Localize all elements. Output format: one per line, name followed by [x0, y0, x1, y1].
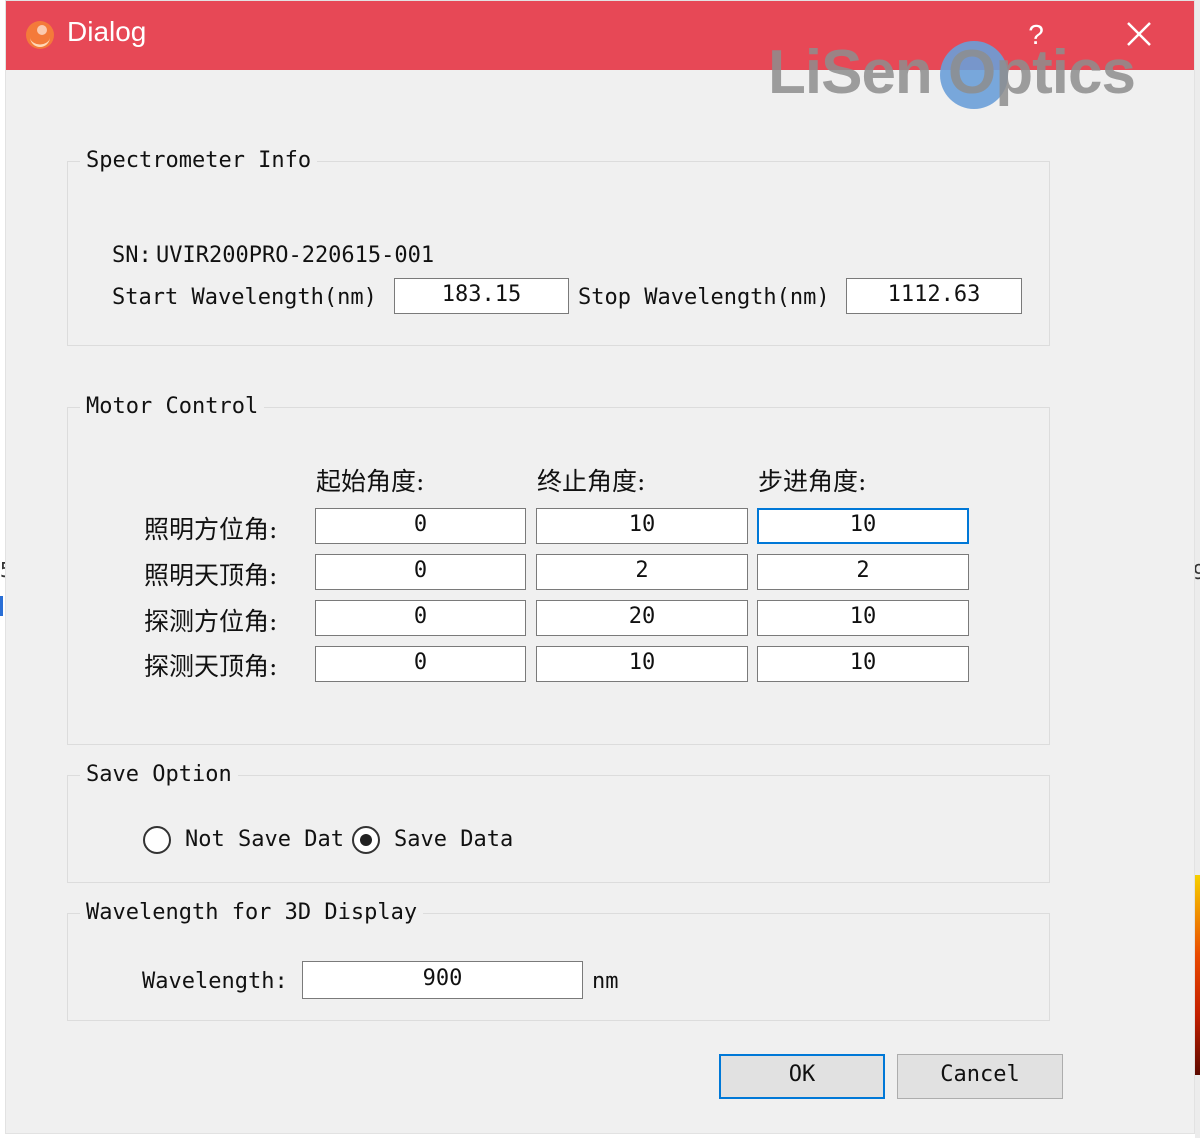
column-header-start-angle: 起始角度: — [316, 467, 425, 496]
sn-label: SN: — [112, 243, 152, 268]
not-save-data-label[interactable]: Not Save Dat — [185, 826, 343, 854]
wavelength-field[interactable]: 900 — [302, 961, 583, 999]
close-button[interactable] — [1118, 11, 1162, 55]
start-wavelength-label: Start Wavelength(nm) — [112, 285, 377, 310]
column-header-step-angle: 步进角度: — [758, 467, 867, 496]
illumination-azimuth-step-field[interactable]: 10 — [757, 508, 969, 544]
motor-control-group: Motor Control 起始角度: 终止角度: 步进角度: 照明方位角: 0… — [67, 394, 1050, 745]
row-label-detection-azimuth: 探测方位角: — [144, 607, 278, 636]
spectrometer-info-title: Spectrometer Info — [80, 148, 318, 174]
detection-zenith-end-field[interactable]: 10 — [536, 646, 748, 682]
illumination-azimuth-end-field[interactable]: 10 — [536, 508, 748, 544]
detection-azimuth-step-field[interactable]: 10 — [757, 600, 969, 636]
row-label-illumination-zenith: 照明天顶角: — [144, 561, 278, 590]
wavelength-unit: nm — [592, 969, 619, 994]
detection-zenith-step-field[interactable]: 10 — [757, 646, 969, 682]
title-bar[interactable]: Dialog ? — [6, 1, 1194, 70]
illumination-zenith-start-field[interactable]: 0 — [315, 554, 526, 590]
dialog-title: Dialog — [67, 16, 147, 47]
illumination-zenith-end-field[interactable]: 2 — [536, 554, 748, 590]
illumination-zenith-step-field[interactable]: 2 — [757, 554, 969, 590]
app-logo-icon — [26, 21, 54, 49]
help-button[interactable]: ? — [1014, 11, 1058, 55]
close-icon — [1127, 22, 1151, 46]
spectrometer-info-group: Spectrometer Info SN: UVIR200PRO-220615-… — [67, 148, 1050, 346]
stop-wavelength-label: Stop Wavelength(nm) — [578, 285, 830, 310]
illumination-azimuth-start-field[interactable]: 0 — [315, 508, 526, 544]
cancel-button[interactable]: Cancel — [897, 1054, 1063, 1099]
sn-value: UVIR200PRO-220615-001 — [156, 243, 435, 268]
detection-azimuth-start-field[interactable]: 0 — [315, 600, 526, 636]
row-label-illumination-azimuth: 照明方位角: — [144, 515, 278, 544]
wavelength-3d-title: Wavelength for 3D Display — [80, 900, 424, 926]
stop-wavelength-field[interactable]: 1112.63 — [846, 278, 1022, 314]
start-wavelength-field[interactable]: 183.15 — [394, 278, 569, 314]
background-selection-marker — [0, 596, 3, 616]
save-option-title: Save Option — [80, 762, 238, 788]
save-data-label[interactable]: Save Data — [394, 826, 513, 854]
column-header-end-angle: 终止角度: — [537, 467, 646, 496]
save-data-radio[interactable] — [352, 826, 380, 854]
wavelength-label: Wavelength: — [142, 969, 288, 994]
wavelength-3d-group: Wavelength for 3D Display Wavelength: 90… — [67, 900, 1050, 1021]
save-option-group: Save Option Not Save Dat Save Data — [67, 762, 1050, 883]
detection-zenith-start-field[interactable]: 0 — [315, 646, 526, 682]
ok-button[interactable]: OK — [719, 1054, 885, 1099]
not-save-data-radio[interactable] — [143, 826, 171, 854]
detection-azimuth-end-field[interactable]: 20 — [536, 600, 748, 636]
dialog-window: Dialog ? LiSen Optics Spectrometer Info … — [5, 0, 1195, 1134]
row-label-detection-zenith: 探测天顶角: — [144, 652, 278, 681]
motor-control-title: Motor Control — [80, 394, 265, 420]
